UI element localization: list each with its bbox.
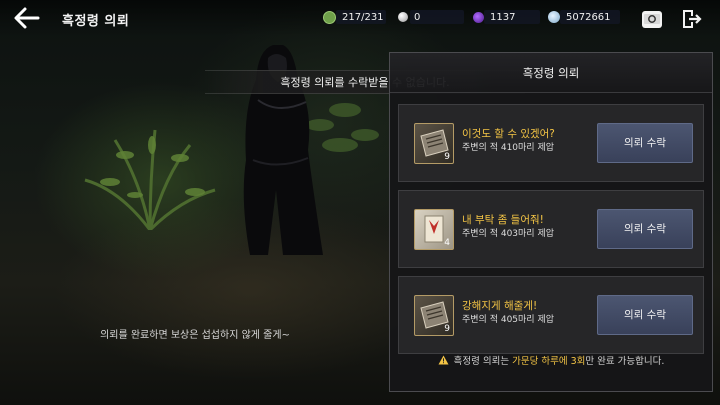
quest-letter-icon: 4	[414, 209, 454, 250]
camera-icon[interactable]	[640, 8, 664, 30]
accept-quest-button[interactable]: 의뢰 수락	[597, 295, 693, 335]
quest-title: 이것도 할 수 있겠어?	[462, 128, 555, 140]
notice-text-post: 만 완료 가능합니다.	[585, 356, 665, 367]
quest-title: 내 부탁 좀 들어줘!	[462, 214, 544, 226]
quest-card: 9 강해지게 해줄게! 주변의 적 405마리 제압 의뢰 수락	[398, 276, 704, 354]
quest-card: 4 내 부탁 좀 들어줘! 주변의 적 403마리 제압 의뢰 수락	[398, 190, 704, 268]
stamina-value: 217/231	[342, 11, 384, 23]
warning-icon	[438, 355, 449, 365]
quest-scroll-icon: 9	[414, 295, 454, 336]
accept-quest-button[interactable]: 의뢰 수락	[597, 209, 693, 249]
quest-scroll-icon: 9	[414, 123, 454, 164]
pearl-value: 0	[414, 11, 421, 23]
quest-description: 주변의 적 403마리 제압	[462, 229, 555, 239]
exit-door-icon[interactable]	[680, 8, 704, 30]
fern-plant	[84, 129, 216, 230]
stamina-icon	[323, 10, 336, 24]
stamina-resource: 217/231	[323, 9, 384, 25]
gem-resource: 1137	[473, 9, 515, 25]
panel-title: 흑정령 의뢰	[390, 53, 712, 93]
back-arrow-icon[interactable]	[12, 6, 42, 30]
quest-description: 주변의 적 410마리 제압	[462, 143, 555, 153]
item-count: 9	[444, 152, 450, 162]
quest-panel: 흑정령 의뢰 9 이것도 할 수 있겠어? 주변의 적 410마리 제압 의뢰 …	[389, 52, 713, 392]
quest-card: 9 이것도 할 수 있겠어? 주변의 적 410마리 제압 의뢰 수락	[398, 104, 704, 182]
silver-resource: 5072661	[548, 9, 611, 25]
top-bar: 흑정령 의뢰 217/231 0 1137 5072661	[0, 0, 720, 36]
quest-title: 강해지게 해줄게!	[462, 300, 538, 312]
pearl-icon	[398, 12, 408, 22]
daily-limit-notice: 흑정령 의뢰는 가문당 하루에 3회만 완료 가능합니다.	[390, 353, 712, 367]
silver-value: 5072661	[566, 11, 611, 23]
notice-text-pre: 흑정령 의뢰는	[453, 356, 513, 367]
quest-description: 주변의 적 405마리 제압	[462, 315, 555, 325]
notice-highlight: 가문당 하루에 3회	[512, 356, 586, 367]
accept-quest-button[interactable]: 의뢰 수락	[597, 123, 693, 163]
silver-icon	[548, 11, 560, 23]
npc-dialog-text: 의뢰를 완료하면 보상은 섭섭하지 않게 줄게~	[100, 330, 290, 341]
item-count: 4	[444, 238, 450, 248]
gem-icon	[473, 11, 484, 23]
pearl-resource: 0	[398, 9, 420, 25]
page-title: 흑정령 의뢰	[62, 14, 130, 29]
item-count: 9	[444, 324, 450, 334]
gem-value: 1137	[490, 11, 516, 23]
